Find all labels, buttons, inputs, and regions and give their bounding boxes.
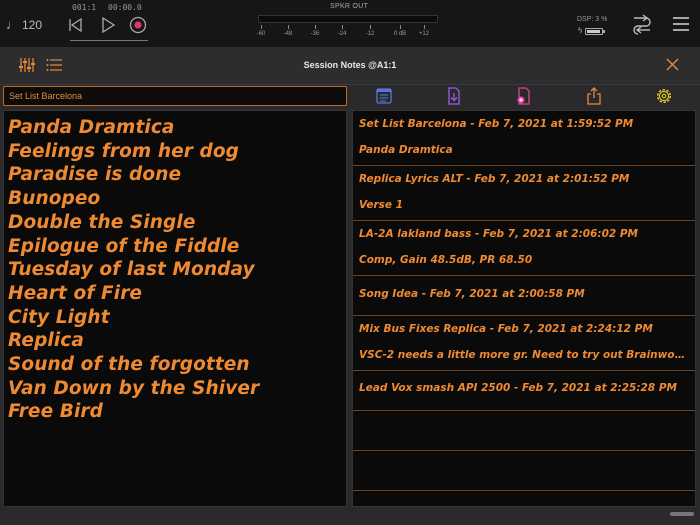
transport-divider (70, 40, 148, 41)
note-row[interactable]: LA-2A lakland bass - Feb 7, 2021 at 2:06… (353, 221, 695, 276)
charging-icon: ϟ (578, 26, 583, 35)
new-note-icon (517, 87, 530, 105)
routing-icon[interactable] (631, 14, 653, 36)
quarter-note-icon: ♩ (6, 17, 19, 32)
meter-scale-label: -60 (256, 31, 266, 37)
empty-row (353, 411, 695, 451)
meter-tick (424, 25, 425, 29)
output-meter: -60 -48 -36 -24 -12 0 dB +12 (256, 12, 438, 46)
meter-scale-label: 0 dB (393, 31, 407, 37)
editor-line: Double the Single (8, 211, 196, 233)
editor-line: Free Bird (8, 401, 103, 423)
empty-row (353, 451, 695, 491)
meter-title: SPKR OUT (330, 3, 369, 10)
notes-list-icon (376, 88, 392, 104)
play-button[interactable] (98, 15, 118, 35)
editor-line: Heart of Fire (8, 282, 143, 304)
editor-line: Epilogue of the Fiddle (8, 235, 240, 257)
record-icon (129, 16, 147, 34)
notes-list-button[interactable] (375, 87, 393, 105)
note-row[interactable]: Song Idea - Feb 7, 2021 at 2:00:58 PM (353, 276, 695, 316)
meter-scale-label: -48 (283, 31, 293, 37)
note-preview: VSC-2 needs a little more gr. Need to tr… (359, 349, 689, 361)
editor-line: Paradise is done (8, 164, 182, 186)
time-position: 00:00.0 (108, 3, 142, 12)
meter-scale-label: +12 (418, 31, 430, 37)
battery-icon (585, 28, 605, 35)
new-note-button[interactable] (515, 87, 533, 105)
editor-line: Tuesday of last Monday (8, 259, 255, 281)
share-button[interactable] (585, 87, 603, 105)
tempo-value: 120 (22, 18, 43, 32)
bar-position: 001:1 (72, 3, 97, 12)
settings-icon (656, 88, 672, 104)
note-preview: Comp, Gain 48.5dB, PR 68.50 (359, 254, 533, 266)
meter-tick (370, 25, 371, 29)
skip-back-icon (69, 17, 82, 33)
note-preview: Verse 1 (359, 199, 403, 211)
transport-bar: ♩ 120 001:1 00:00.0 SPKR OUT -60 -48 -36 … (0, 0, 700, 47)
meter-tick (315, 25, 316, 29)
editor-line: Sound of the forgotten (8, 354, 250, 376)
meter-tick (342, 25, 343, 29)
note-row[interactable]: Lead Vox smash API 2500 - Feb 7, 2021 at… (353, 371, 695, 411)
editor-line: City Light (8, 306, 110, 328)
meter-scale-label: -12 (365, 31, 375, 37)
scroll-indicator[interactable] (670, 512, 694, 516)
close-icon[interactable] (666, 58, 679, 71)
note-title: Lead Vox smash API 2500 - Feb 7, 2021 at… (359, 382, 677, 394)
note-row[interactable]: Replica Lyrics ALT - Feb 7, 2021 at 2:01… (353, 166, 695, 221)
tempo-display[interactable]: ♩ 120 (6, 17, 42, 32)
editor-line: Panda Dramtica (8, 117, 175, 138)
meter-track (258, 15, 438, 23)
note-editor[interactable]: Panda Dramtica Feelings from her dog Par… (3, 110, 347, 507)
note-preview: Panda Dramtica (359, 144, 453, 156)
editor-line: Van Down by the Shiver (8, 377, 260, 399)
note-title: Mix Bus Fixes Replica - Feb 7, 2021 at 2… (359, 323, 653, 335)
notes-toolbar (352, 86, 698, 108)
note-row[interactable]: Mix Bus Fixes Replica - Feb 7, 2021 at 2… (353, 316, 695, 371)
notes-list: Set List Barcelona - Feb 7, 2021 at 1:59… (352, 110, 696, 507)
page-title: Session Notes @A1:1 (303, 60, 397, 70)
note-title-field[interactable] (3, 86, 347, 106)
note-title: LA-2A lakland bass - Feb 7, 2021 at 2:06… (359, 228, 638, 240)
window-header: Session Notes @A1:1 (0, 47, 700, 85)
settings-button[interactable] (655, 87, 673, 105)
share-icon (587, 87, 601, 105)
rewind-button[interactable] (66, 15, 86, 35)
note-row[interactable]: Set List Barcelona - Feb 7, 2021 at 1:59… (353, 111, 695, 166)
import-button[interactable] (445, 87, 463, 105)
dsp-load: DSP: 3 % (577, 16, 608, 23)
meter-scale-label: -24 (337, 31, 347, 37)
note-title: Replica Lyrics ALT - Feb 7, 2021 at 2:01… (359, 173, 630, 185)
editor-line: Bunopeo (8, 188, 101, 210)
editor-line: Feelings from her dog (8, 140, 240, 162)
note-title: Set List Barcelona - Feb 7, 2021 at 1:59… (359, 118, 634, 130)
meter-scale-label: -36 (310, 31, 320, 37)
meter-tick (288, 25, 289, 29)
import-icon (448, 87, 460, 105)
meter-tick (400, 25, 401, 29)
play-icon (102, 16, 116, 34)
note-title: Song Idea - Feb 7, 2021 at 2:00:58 PM (359, 288, 585, 300)
meter-tick (261, 25, 262, 29)
editor-line: Replica (8, 330, 84, 352)
record-button[interactable] (128, 15, 148, 35)
menu-icon[interactable] (672, 15, 690, 33)
